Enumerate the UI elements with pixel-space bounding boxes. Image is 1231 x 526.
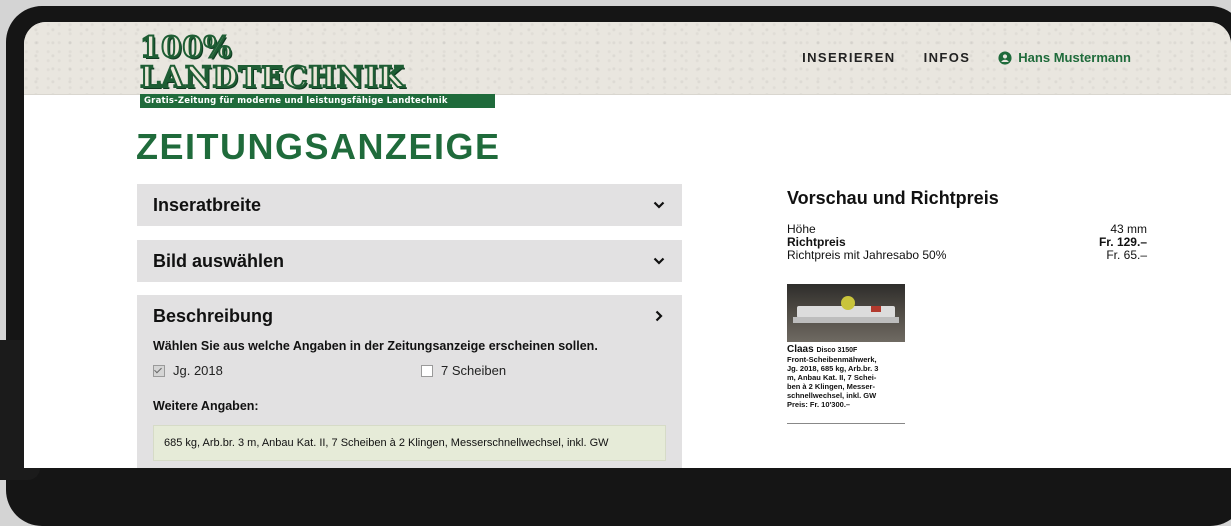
ad-line: ben à 2 Klingen, Messer- <box>787 382 875 391</box>
preview-panel: Vorschau und Richtpreis Höhe 43 mm Richt… <box>787 184 1147 424</box>
description-instruction: Wählen Sie aus welche Angaben in der Zei… <box>153 339 598 353</box>
accordion-beschreibung: Beschreibung Wählen Sie aus welche Angab… <box>137 295 682 468</box>
site-logo[interactable]: 100% LANDTECHNIK Gratis-Zeitung für mode… <box>139 30 495 108</box>
price-value: Fr. 65.– <box>1106 248 1147 262</box>
more-details-input[interactable]: 685 kg, Arb.br. 3 m, Anbau Kat. II, 7 Sc… <box>153 425 666 461</box>
accordion-label: Beschreibung <box>153 305 274 326</box>
accordion-body: Wählen Sie aus welche Angaben in der Zei… <box>137 339 682 461</box>
nav-infos[interactable]: INFOS <box>924 50 971 65</box>
accordion-inseratbreite[interactable]: Inseratbreite <box>137 184 682 226</box>
accordion-bild-auswaehlen[interactable]: Bild auswählen <box>137 240 682 282</box>
site-header: 100% LANDTECHNIK Gratis-Zeitung für mode… <box>24 22 1231 108</box>
more-details-label: Weitere Angaben: <box>153 399 259 413</box>
chevron-down-icon <box>653 257 665 265</box>
ad-heading: Claas Disco 3150F <box>787 345 905 355</box>
ad-brand: Claas <box>787 344 814 355</box>
price-label: Richtpreis mit Jahresabo 50% <box>787 248 947 262</box>
user-icon <box>998 50 1012 65</box>
checkbox-unchecked[interactable] <box>421 364 433 377</box>
ad-line: Preis: Fr. 10'300.– <box>787 400 851 409</box>
logo-tagline: Gratis-Zeitung für moderne und leistungs… <box>140 94 495 108</box>
accordion-label: Bild auswählen <box>153 250 285 271</box>
price-row-jahresabo: Richtpreis mit Jahresabo 50% Fr. 65.– <box>787 249 1147 262</box>
ad-model: Disco 3150F <box>816 347 858 354</box>
mower-detail-red <box>871 306 881 312</box>
mower-deck-base <box>793 317 899 323</box>
ad-preview-text: Claas Disco 3150F Front-Scheibenmähwerk,… <box>787 345 905 410</box>
option-jahrgang[interactable]: Jg. 2018 <box>153 363 223 378</box>
ad-line: Front-Scheibenmähwerk, <box>787 355 877 364</box>
price-table: Höhe 43 mm Richtpreis Fr. 129.– Richtpre… <box>787 223 1147 262</box>
checkbox-checked[interactable] <box>153 364 165 377</box>
screen: 100% LANDTECHNIK Gratis-Zeitung für mode… <box>24 22 1231 468</box>
ad-preview-image <box>787 284 905 342</box>
option-checkboxes: Jg. 2018 7 Scheiben <box>153 363 666 389</box>
user-name: Hans Mustermann <box>1018 50 1131 65</box>
user-menu[interactable]: Hans Mustermann <box>998 50 1131 65</box>
accordion-label: Inseratbreite <box>153 194 262 215</box>
preview-title: Vorschau und Richtpreis <box>787 188 999 208</box>
option-label: Jg. 2018 <box>173 363 223 378</box>
accordion-header[interactable]: Bild auswählen <box>137 240 682 282</box>
option-label: 7 Scheiben <box>441 363 507 378</box>
page-title: ZEITUNGSANZEIGE <box>136 126 501 167</box>
ad-line: m, Anbau Kat. II, 7 Schei- <box>787 373 877 382</box>
main-nav: INSERIEREN INFOS Hans Mustermann <box>802 50 1131 65</box>
chevron-down-icon <box>653 201 665 209</box>
accordion-header[interactable]: Beschreibung <box>137 295 682 337</box>
ad-line: Jg. 2018, 685 kg, Arb.br. 3 <box>787 364 879 373</box>
chevron-right-icon <box>655 310 663 322</box>
ad-line: schnellwechsel, inkl. GW <box>787 391 877 400</box>
logo-title: 100% LANDTECHNIK <box>139 30 405 94</box>
mower-detail <box>841 296 855 310</box>
accordion-header[interactable]: Inseratbreite <box>137 184 682 226</box>
ad-divider <box>787 423 905 424</box>
nav-inserieren[interactable]: INSERIEREN <box>802 50 895 65</box>
option-scheiben[interactable]: 7 Scheiben <box>421 363 506 378</box>
